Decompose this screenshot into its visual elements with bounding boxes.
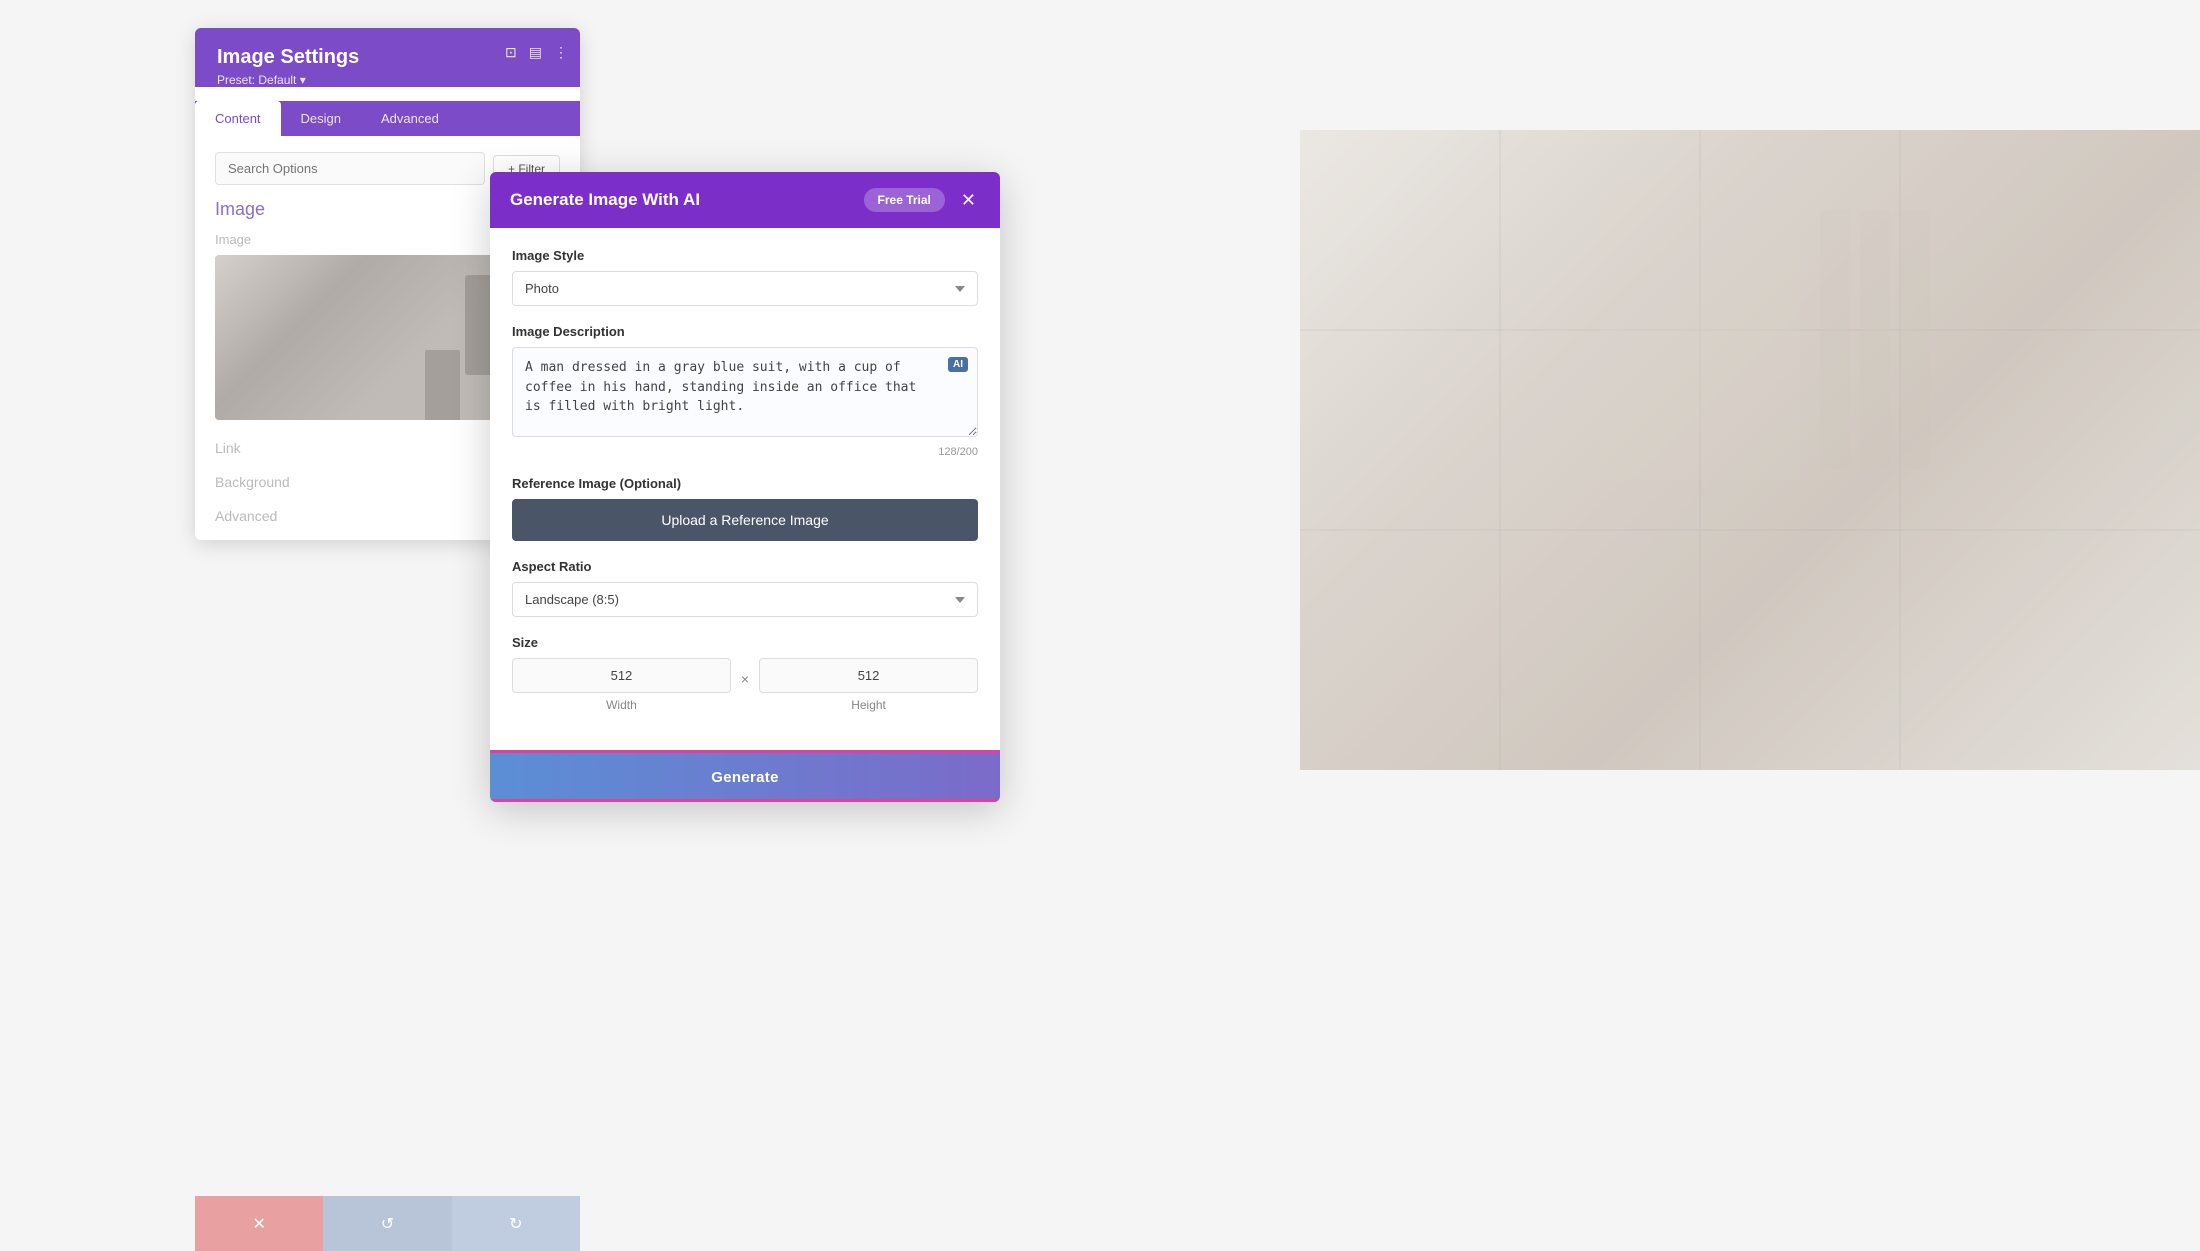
image-description-section: Image Description A man dressed in a gra… [512, 324, 978, 458]
size-label: Size [512, 635, 978, 650]
panel-tabs: Content Design Advanced [195, 101, 580, 136]
redo-icon: ↻ [509, 1214, 522, 1234]
background-page: Image Settings Preset: Default ▾ ⊡ ▤ ⋮ C… [0, 0, 2200, 1251]
cancel-button[interactable]: ✕ [195, 1196, 323, 1251]
ai-badge: AI [948, 357, 968, 372]
modal-header: Generate Image With AI Free Trial ✕ [490, 172, 1000, 228]
modal-body: Image Style Photo Illustration Painting … [490, 228, 1000, 750]
height-input[interactable] [759, 658, 978, 693]
width-input-group: Width [512, 658, 731, 712]
image-style-label: Image Style [512, 248, 978, 263]
aspect-ratio-select[interactable]: Landscape (8:5) Portrait (5:8) Square (1… [512, 582, 978, 617]
char-count: 128/200 [512, 446, 978, 458]
image-description-textarea[interactable]: A man dressed in a gray blue suit, with … [512, 347, 978, 437]
image-description-label: Image Description [512, 324, 978, 339]
size-x-separator: × [741, 671, 749, 687]
panel-icon-more[interactable]: ⋮ [554, 44, 568, 61]
aspect-ratio-section: Aspect Ratio Landscape (8:5) Portrait (5… [512, 559, 978, 617]
panel-icon-layout[interactable]: ▤ [529, 44, 542, 61]
reference-image-section: Reference Image (Optional) Upload a Refe… [512, 476, 978, 541]
width-label: Width [606, 698, 637, 712]
image-style-section: Image Style Photo Illustration Painting … [512, 248, 978, 306]
undo-button[interactable]: ↺ [323, 1196, 451, 1251]
generate-image-modal: Generate Image With AI Free Trial ✕ Imag… [490, 172, 1000, 802]
search-input[interactable] [215, 152, 485, 185]
cancel-icon: ✕ [252, 1214, 265, 1234]
modal-close-button[interactable]: ✕ [957, 189, 980, 211]
aspect-ratio-label: Aspect Ratio [512, 559, 978, 574]
textarea-wrapper: A man dressed in a gray blue suit, with … [512, 347, 978, 442]
modal-title: Generate Image With AI [510, 190, 864, 210]
panel-icon-expand[interactable]: ⊡ [505, 44, 517, 61]
panel-header: Image Settings Preset: Default ▾ ⊡ ▤ ⋮ [195, 28, 580, 87]
panel-preset: Preset: Default ▾ [217, 73, 558, 87]
image-style-select[interactable]: Photo Illustration Painting 3D Render Sk… [512, 271, 978, 306]
size-row: Width × Height [512, 658, 978, 712]
redo-button[interactable]: ↻ [452, 1196, 580, 1251]
height-label: Height [851, 698, 886, 712]
background-image-area [1300, 130, 2200, 770]
undo-icon: ↺ [381, 1214, 394, 1234]
generate-button-wrapper: Generate [490, 750, 1000, 802]
free-trial-badge: Free Trial [864, 188, 945, 212]
tab-design[interactable]: Design [281, 101, 361, 136]
height-input-group: Height [759, 658, 978, 712]
generate-button[interactable]: Generate [490, 750, 1000, 802]
bottom-action-bar: ✕ ↺ ↻ [195, 1196, 580, 1251]
size-section: Size Width × Height [512, 635, 978, 712]
upload-reference-image-button[interactable]: Upload a Reference Image [512, 499, 978, 541]
tab-advanced[interactable]: Advanced [361, 101, 459, 136]
width-input[interactable] [512, 658, 731, 693]
reference-image-label: Reference Image (Optional) [512, 476, 978, 491]
tab-content[interactable]: Content [195, 101, 281, 136]
modal-footer: Generate [490, 750, 1000, 802]
